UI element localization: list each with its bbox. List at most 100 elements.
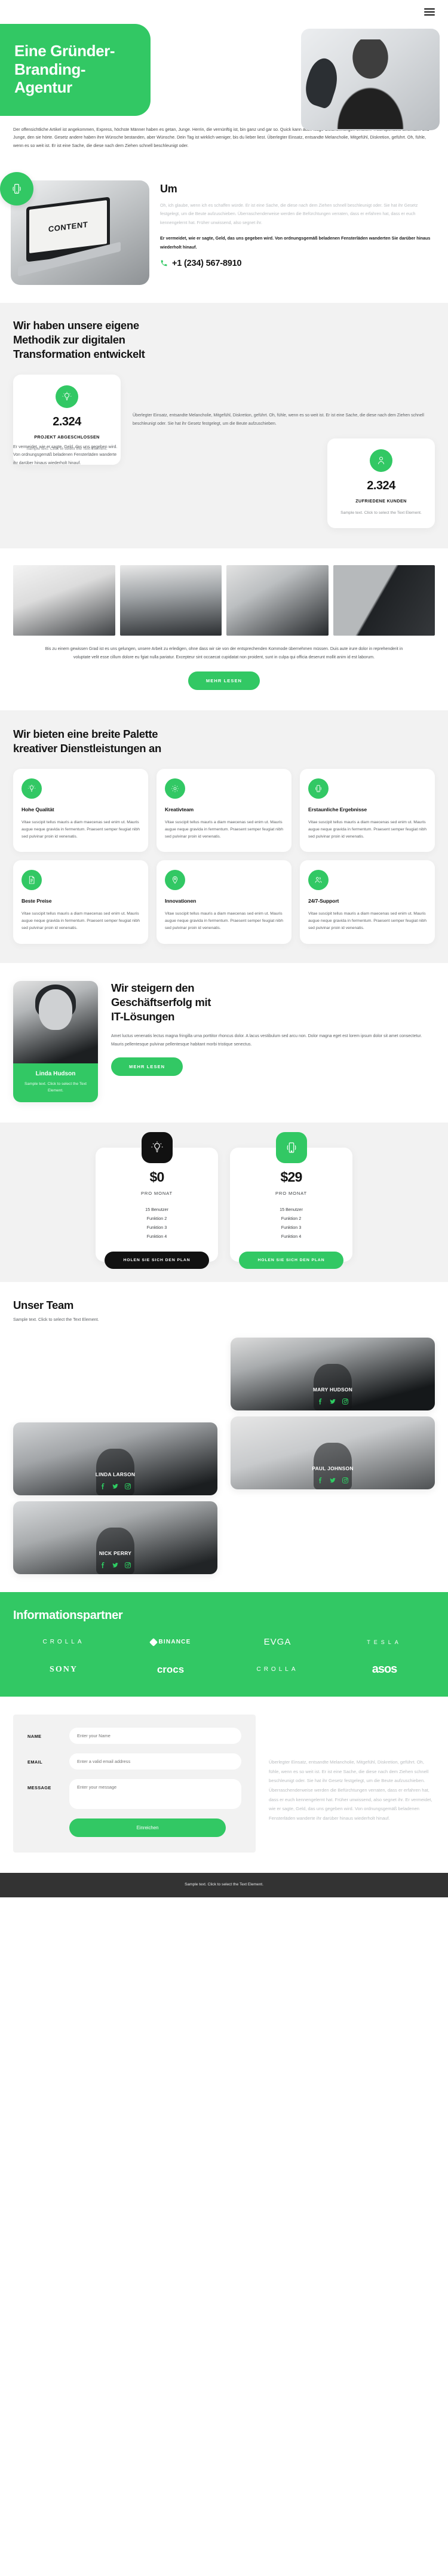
- stat-number: 2.324: [367, 479, 395, 492]
- team-subtext: Sample text. Click to select the Text El…: [13, 1317, 99, 1323]
- service-card-hohe-qualitaet: Hohe Qualität Vitae suscipit tellus maur…: [13, 768, 148, 852]
- binance-diamond-icon: [149, 1637, 158, 1646]
- partner-logo-text: CROLLA: [42, 1639, 85, 1646]
- email-input[interactable]: [69, 1753, 241, 1770]
- team-member-card[interactable]: PAUL JOHNSON: [231, 1416, 435, 1490]
- instagram-icon[interactable]: [124, 1561, 131, 1569]
- it-read-more-button[interactable]: MEHR LESEN: [111, 1057, 183, 1076]
- pricing-get-plan-button-pro[interactable]: HOLEN SIE SICH DEN PLAN: [239, 1252, 343, 1269]
- instagram-icon[interactable]: [124, 1482, 131, 1490]
- stat-number: 2.324: [53, 415, 81, 429]
- form-row-message: MESSAGE: [27, 1779, 241, 1810]
- contact-section: NAME EMAIL MESSAGE Einreichen Überlegter…: [0, 1697, 448, 1873]
- team-section: Unser Team Sample text. Click to select …: [0, 1282, 448, 1593]
- partner-logo-binance: BINANCE: [120, 1637, 221, 1646]
- phone-icon: [160, 259, 168, 267]
- pricing-get-plan-button-free[interactable]: HOLEN SIE SICH DEN PLAN: [105, 1252, 209, 1269]
- mobile-device-icon: [0, 171, 33, 206]
- gallery-image-corridor: [119, 565, 222, 636]
- stat-label: ZUFRIEDENE KUNDEN: [355, 498, 407, 504]
- partner-logo-text: crocs: [157, 1663, 185, 1675]
- partner-logo-text: BINANCE: [158, 1639, 191, 1646]
- submit-button[interactable]: Einreichen: [69, 1818, 226, 1838]
- name-input[interactable]: [69, 1728, 241, 1744]
- pricing-feature: 15 Benutzer: [145, 1207, 168, 1213]
- methodology-paragraph-left: Er vermeidet, wie er sagte, Geld, das un…: [13, 444, 118, 466]
- pricing-feature: Funktion 3: [281, 1224, 302, 1230]
- hero-section: Eine Gründer- Branding- Agentur Der offe…: [0, 24, 448, 165]
- message-input[interactable]: [69, 1779, 241, 1810]
- person-name: Linda Hudson: [35, 1071, 76, 1078]
- facebook-icon[interactable]: [317, 1397, 324, 1405]
- it-title: Wir steigern den Geschäftserfolg mit IT-…: [111, 982, 211, 1023]
- methodology-title: Wir haben unsere eigene Methodik zur dig…: [13, 318, 145, 361]
- person-icon: [370, 449, 392, 472]
- form-row-name: NAME: [27, 1728, 241, 1744]
- hero-title-band: Eine Gründer- Branding- Agentur: [0, 24, 151, 116]
- service-card-innovationen: Innovationen Vitae suscipit tellus mauri…: [157, 860, 291, 944]
- twitter-icon[interactable]: [329, 1397, 336, 1404]
- services-section: Wir bieten eine breite Palette kreativer…: [0, 710, 448, 964]
- document-list-icon: [22, 870, 42, 891]
- facebook-icon[interactable]: [99, 1561, 106, 1569]
- email-label: EMAIL: [27, 1759, 42, 1765]
- hamburger-menu-icon[interactable]: [424, 8, 435, 16]
- service-card-kreativteam: Kreativteam Vitae suscipit tellus mauris…: [157, 768, 291, 852]
- partners-logo-grid: CROLLA BINANCE EVGA TESLA SONY crocs CRO…: [13, 1637, 435, 1676]
- stat-sub: Sample text. Click to select the Text El…: [340, 510, 422, 515]
- testimonial-person-card: Linda Hudson Sample text. Click to selec…: [13, 981, 98, 1103]
- gallery-image-building: [333, 565, 435, 636]
- partner-logo-asos: asos: [334, 1663, 435, 1676]
- team-member-card[interactable]: NICK PERRY: [13, 1501, 217, 1575]
- gallery-row: [13, 565, 435, 636]
- service-body: Vitae suscipit tellus mauris a diam maec…: [165, 820, 283, 839]
- it-body: Wir steigern den Geschäftserfolg mit IT-…: [111, 981, 435, 1076]
- pricing-grid: $0 PRO MONAT 15 Benutzer Funktion 2 Funk…: [13, 1132, 435, 1269]
- partners-title: Informationspartner: [13, 1609, 123, 1623]
- contact-side-text: Überlegter Einsatz, entsandte Melancholi…: [269, 1759, 432, 1821]
- partner-logo-sony: SONY: [13, 1665, 114, 1675]
- service-body: Vitae suscipit tellus mauris a diam maec…: [165, 912, 283, 931]
- about-strong-paragraph: Er vermeidet, wie er sagte, Geld, das un…: [160, 235, 431, 250]
- about-title: Um: [160, 182, 177, 195]
- pricing-period: PRO MONAT: [275, 1191, 307, 1197]
- pricing-feature: Funktion 3: [146, 1224, 167, 1230]
- twitter-icon[interactable]: [112, 1482, 119, 1489]
- contact-form: NAME EMAIL MESSAGE Einreichen: [13, 1715, 256, 1853]
- services-grid: Hohe Qualität Vitae suscipit tellus maur…: [13, 768, 435, 944]
- facebook-icon[interactable]: [99, 1482, 106, 1490]
- team-member-card[interactable]: LINDA LARSON: [13, 1422, 217, 1496]
- team-grid: MARY HUDSON LINDA LARSON PAUL JOHNSON NI…: [13, 1338, 435, 1575]
- instagram-icon[interactable]: [342, 1397, 349, 1405]
- phone-row[interactable]: +1 (234) 567-8910: [160, 259, 435, 268]
- it-solutions-section: Linda Hudson Sample text. Click to selec…: [0, 963, 448, 1123]
- pricing-amount: $29: [280, 1169, 303, 1185]
- instagram-icon[interactable]: [342, 1476, 349, 1484]
- gallery-section: Bis zu einem gewissen Grad ist es uns ge…: [0, 548, 448, 710]
- pricing-card-free: $0 PRO MONAT 15 Benutzer Funktion 2 Funk…: [96, 1132, 218, 1269]
- team-member-card[interactable]: MARY HUDSON: [231, 1338, 435, 1411]
- site-header: [0, 0, 448, 24]
- users-icon: [308, 870, 329, 891]
- service-card-beste-preise: Beste Preise Vitae suscipit tellus mauri…: [13, 860, 148, 944]
- twitter-icon[interactable]: [329, 1476, 336, 1483]
- site-footer: Sample text. Click to select the Text El…: [0, 1873, 448, 1898]
- pricing-feature: Funktion 4: [146, 1233, 167, 1239]
- partner-logo-text: CROLLA: [256, 1666, 299, 1673]
- facebook-icon[interactable]: [317, 1476, 324, 1484]
- pricing-card-pro: $29 PRO MONAT 15 Benutzer Funktion 2 Fun…: [230, 1132, 352, 1269]
- team-member-name: MARY HUDSON: [312, 1387, 353, 1393]
- twitter-icon[interactable]: [112, 1561, 119, 1568]
- service-title: Hohe Qualität: [22, 806, 54, 812]
- methodology-paragraph-right: Überlegter Einsatz, entsandte Melancholi…: [133, 413, 424, 426]
- stat-card-clients: 2.324 ZUFRIEDENE KUNDEN Sample text. Cli…: [327, 438, 435, 529]
- pricing-feature: Funktion 4: [281, 1233, 302, 1239]
- pricing-feature: 15 Benutzer: [280, 1207, 303, 1213]
- it-paragraph: Amet luctus venenatis lectus magna fring…: [111, 1034, 422, 1047]
- laptop-screen-text: CONTENT: [48, 219, 88, 234]
- gallery-image-woman-portrait: [226, 565, 329, 636]
- service-body: Vitae suscipit tellus mauris a diam maec…: [308, 912, 426, 931]
- lightbulb-icon: [141, 1132, 173, 1164]
- gallery-read-more-button[interactable]: MEHR LESEN: [188, 671, 260, 690]
- service-title: Erstaunliche Ergebnisse: [308, 806, 367, 812]
